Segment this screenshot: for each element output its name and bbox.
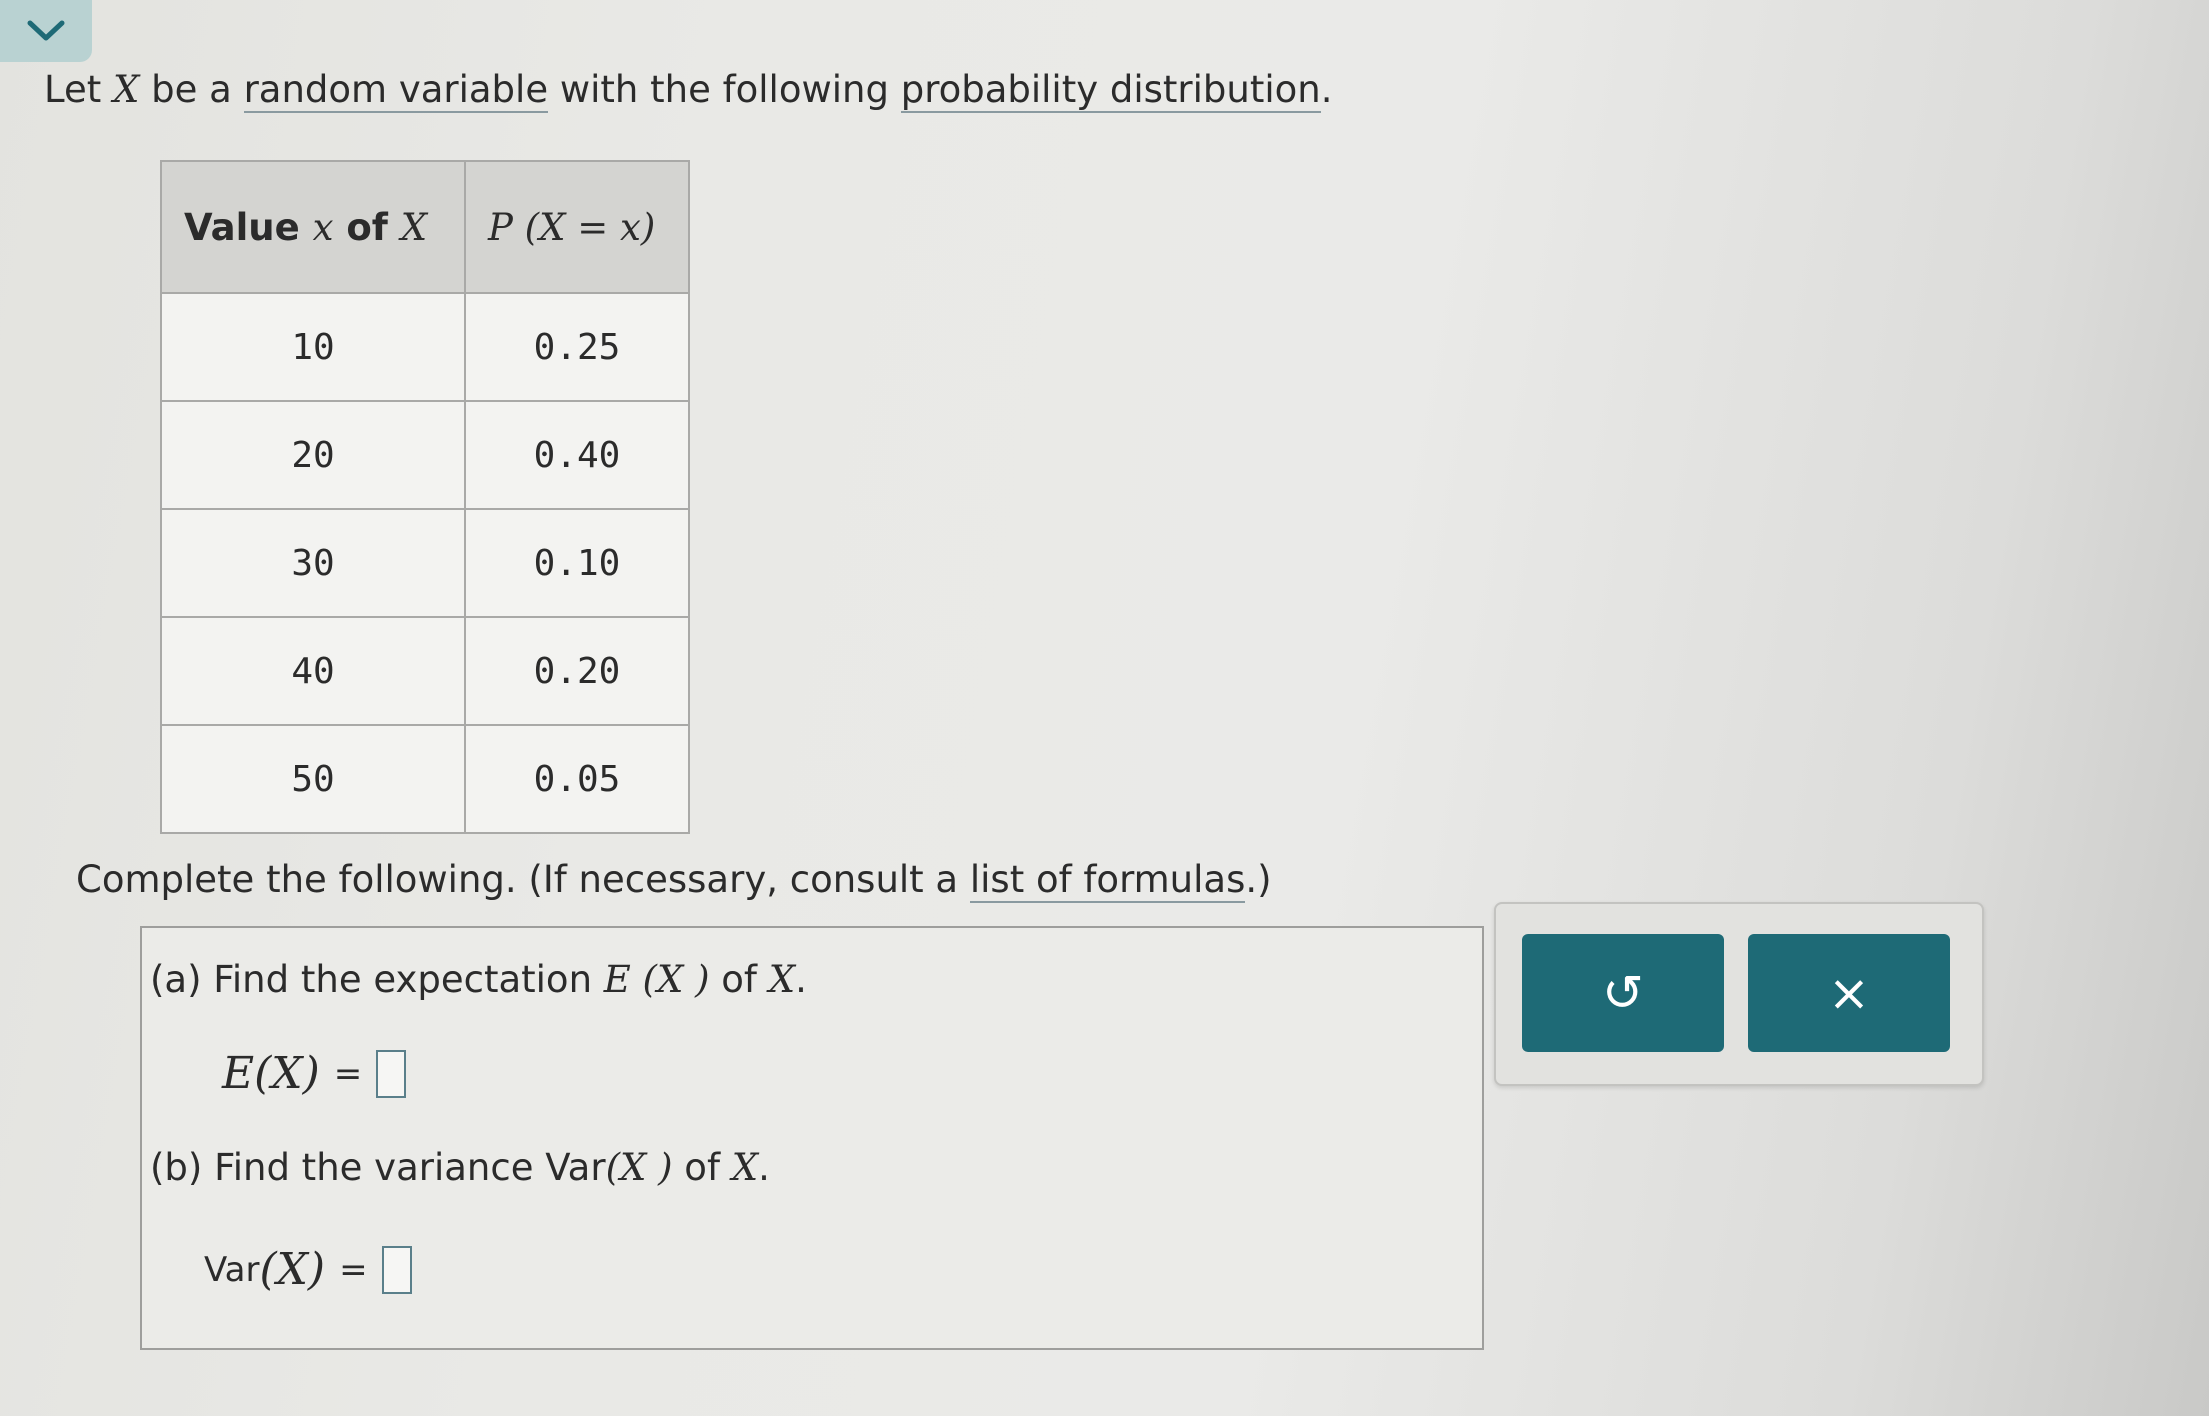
table-row: 40 0.20 xyxy=(160,616,690,726)
question-b: (b) Find the variance Var(X ) of X. xyxy=(150,1146,770,1189)
value-cell: 30 xyxy=(160,508,466,618)
probability-cell: 0.25 xyxy=(464,292,690,402)
intro-text: be a xyxy=(139,68,244,111)
variance-label: Var xyxy=(204,1249,260,1290)
header-probability: P (X = x) xyxy=(464,160,690,294)
random-variable-link[interactable]: random variable xyxy=(243,68,549,113)
intro-text: . xyxy=(1320,68,1333,111)
collapse-toggle[interactable] xyxy=(0,0,92,62)
probability-distribution-link[interactable]: probability distribution xyxy=(900,68,1321,113)
formulas-link[interactable]: list of formulas xyxy=(969,858,1246,903)
variable-x: X xyxy=(113,68,140,111)
clear-button[interactable]: × xyxy=(1748,934,1950,1052)
problem-statement: Let X be a random variable with the foll… xyxy=(44,68,1333,113)
action-panel: ↺ × xyxy=(1494,902,1984,1086)
expectation-label: E(X) xyxy=(222,1048,320,1099)
probability-cell: 0.40 xyxy=(464,400,690,510)
question-a: (a) Find the expectation E (X ) of X. xyxy=(150,958,807,1001)
undo-icon: ↺ xyxy=(1602,964,1644,1022)
table-row: 30 0.10 xyxy=(160,508,690,618)
instructions: Complete the following. (If necessary, c… xyxy=(76,858,1272,903)
header-value-x: Value x of X xyxy=(160,160,466,294)
probability-cell: 0.20 xyxy=(464,616,690,726)
table-row: 20 0.40 xyxy=(160,400,690,510)
intro-text: Let xyxy=(44,68,113,111)
intro-text: with the following xyxy=(548,68,901,111)
table-row: 10 0.25 xyxy=(160,292,690,402)
distribution-table: Value x of X P (X = x) 10 0.25 20 0.40 3… xyxy=(160,160,690,834)
value-cell: 40 xyxy=(160,616,466,726)
answer-panel: (a) Find the expectation E (X ) of X. E(… xyxy=(140,926,1484,1350)
answer-b-row: Var (X) = xyxy=(204,1244,412,1295)
value-cell: 50 xyxy=(160,724,466,834)
probability-cell: 0.05 xyxy=(464,724,690,834)
answer-a-row: E(X) = xyxy=(222,1048,407,1099)
variance-input[interactable] xyxy=(381,1245,412,1294)
value-cell: 20 xyxy=(160,400,466,510)
undo-button[interactable]: ↺ xyxy=(1522,934,1724,1052)
table-row: 50 0.05 xyxy=(160,724,690,834)
chevron-down-icon xyxy=(27,20,65,41)
instructions-text: Complete the following. (If necessary, c… xyxy=(76,858,970,901)
close-icon: × xyxy=(1828,964,1870,1022)
value-cell: 10 xyxy=(160,292,466,402)
instructions-text: .) xyxy=(1245,858,1272,901)
expectation-input[interactable] xyxy=(376,1049,407,1098)
table-header-row: Value x of X P (X = x) xyxy=(160,160,690,294)
probability-cell: 0.10 xyxy=(464,508,690,618)
